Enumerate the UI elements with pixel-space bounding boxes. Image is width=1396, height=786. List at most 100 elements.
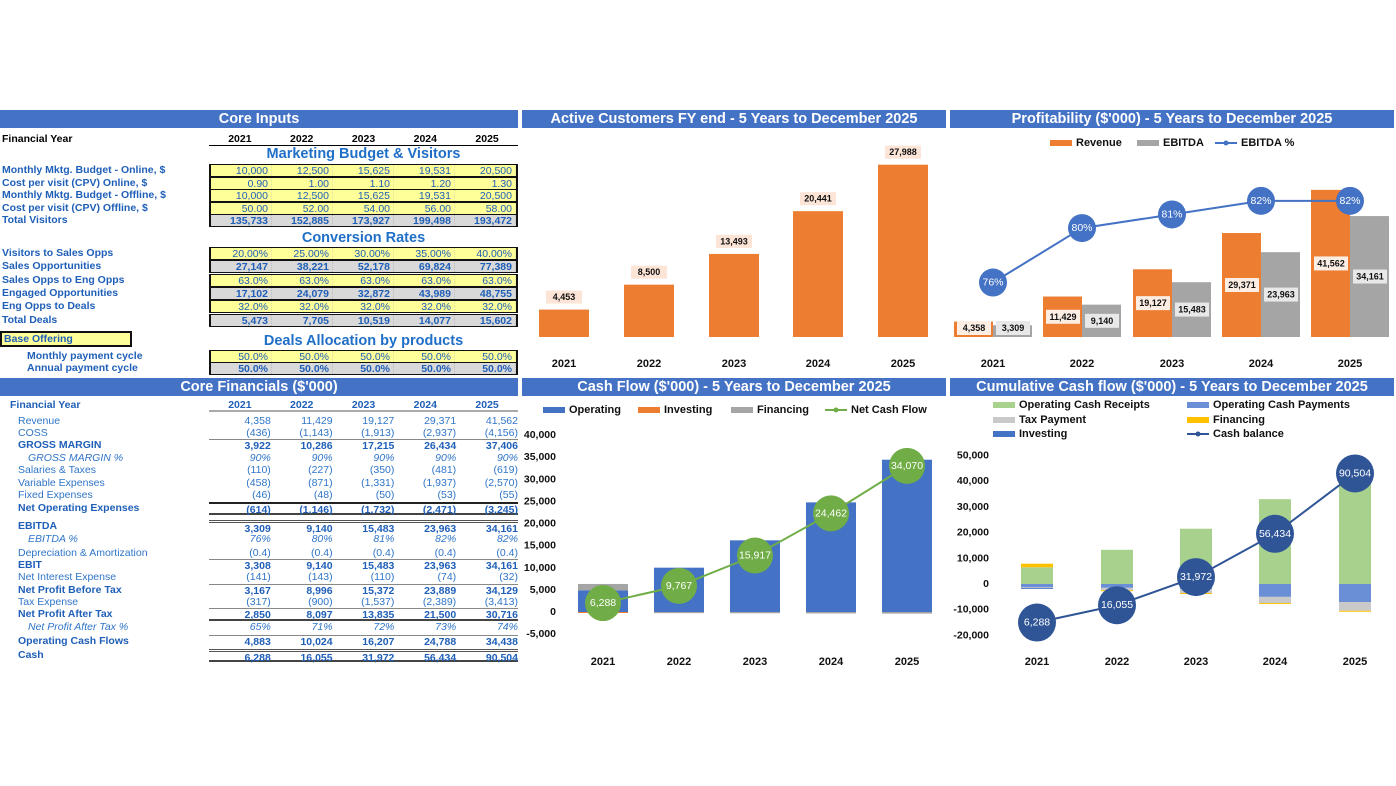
operating-cash-receipts-bar: [1021, 567, 1053, 584]
legend-op-receipts-swatch-icon: [993, 402, 1015, 408]
customers-data-label: 27,988: [889, 147, 917, 157]
customers-data-label: 20,441: [804, 194, 832, 204]
y-tick-label: 40,000: [957, 475, 989, 487]
customers-bar: [878, 164, 928, 337]
legend-financing-label: Financing: [757, 404, 809, 416]
financing-bar: [654, 612, 704, 614]
x-tick-label: 2023: [722, 358, 746, 370]
legend-op-receipts-label: Operating Cash Receipts: [1019, 399, 1150, 411]
x-tick-label: 2021: [1025, 656, 1049, 668]
x-tick-label: 2024: [819, 656, 844, 668]
legend-ebitda-pct-label: EBITDA %: [1241, 137, 1295, 149]
y-tick-label: 35,000: [524, 451, 556, 463]
line-data-label: 6,288: [590, 597, 616, 609]
line-data-label: 9,767: [666, 580, 692, 592]
tax-payment-bar: [1259, 596, 1291, 604]
financing-bar: [1259, 603, 1291, 605]
y-tick-label: 10,000: [524, 562, 556, 574]
legend-revenue-swatch-icon: [1050, 140, 1072, 146]
operating-cash-payments-bar: [1259, 584, 1291, 597]
line-data-label: 24,462: [815, 507, 847, 519]
customers-bar: [709, 253, 759, 337]
operating-cash-payments-bar: [1021, 584, 1053, 588]
customers-chart: 4,453 2021 8,500 2022 13,493 2023 20,441 2024 27…: [539, 145, 928, 370]
financing-bar: [1339, 610, 1371, 612]
ebitda-pct-label: 81%: [1161, 208, 1182, 220]
x-tick-label: 2025: [895, 656, 919, 668]
x-tick-label: 2025: [891, 358, 915, 370]
x-tick-label: 2025: [1338, 358, 1362, 370]
bar-data-label: 19,127: [1139, 298, 1167, 308]
y-tick-label: 50,000: [957, 449, 989, 461]
bar-data-label: 11,429: [1049, 312, 1076, 322]
line-data-label: 31,972: [1180, 571, 1212, 583]
profitability-chart: Revenue EBITDA EBITDA % 4,358 11,429 19,127 29…: [954, 137, 1389, 370]
line-data-label: 16,055: [1101, 599, 1133, 611]
y-tick-label: 20,000: [957, 527, 989, 539]
financing-bar: [730, 612, 780, 614]
legend-operating-swatch-icon: [543, 407, 565, 413]
y-tick-label: 30,000: [524, 473, 556, 485]
y-tick-label: 25,000: [524, 495, 556, 507]
y-tick-label: 0: [983, 578, 989, 590]
y-tick-label: 10,000: [957, 552, 989, 564]
customers-data-label: 4,453: [553, 292, 576, 302]
x-tick-label: 2021: [591, 656, 615, 668]
line-data-label: 15,917: [739, 550, 771, 562]
x-tick-label: 2022: [667, 656, 691, 668]
y-tick-label: -20,000: [953, 629, 989, 641]
y-tick-label: -10,000: [953, 604, 989, 616]
legend-ebitda-label: EBITDA: [1163, 137, 1204, 149]
bar-data-label: 23,963: [1267, 290, 1295, 300]
tax-payment-bar: [1339, 602, 1371, 611]
x-tick-label: 2024: [806, 358, 831, 370]
financing-bar: [1021, 563, 1053, 568]
bar-data-label: 3,309: [1002, 323, 1025, 333]
x-tick-label: 2023: [1160, 358, 1184, 370]
y-tick-label: 40,000: [524, 429, 556, 441]
legend-financing-label: Financing: [1213, 414, 1265, 426]
financing-bar: [882, 612, 932, 614]
legend-financing-swatch-icon: [1187, 417, 1209, 423]
line-data-label: 6,288: [1024, 617, 1050, 629]
legend-tax-swatch-icon: [993, 417, 1015, 423]
customers-bar: [624, 284, 674, 337]
ebitda-pct-label: 76%: [982, 277, 1003, 289]
legend-investing-label: Investing: [1019, 428, 1067, 440]
legend-cash-balance-marker-icon: [1195, 431, 1201, 437]
legend-op-payments-swatch-icon: [1187, 402, 1209, 408]
cumulative-chart: 50,000 40,000 30,000 20,000 10,000 0 -10,000 -2…: [953, 399, 1374, 668]
customers-data-label: 13,493: [720, 236, 748, 246]
legend-investing-label: Investing: [664, 404, 712, 416]
x-tick-label: 2022: [1070, 358, 1094, 370]
investing-bar: [1021, 587, 1053, 589]
x-tick-label: 2022: [637, 358, 661, 370]
x-tick-label: 2024: [1249, 358, 1274, 370]
customers-data-label: 8,500: [638, 267, 661, 277]
y-tick-label: 15,000: [524, 540, 556, 552]
bar-data-label: 34,161: [1356, 272, 1384, 282]
x-tick-label: 2025: [1343, 656, 1367, 668]
y-tick-label: 20,000: [524, 518, 556, 530]
legend-investing-swatch-icon: [993, 431, 1015, 437]
bar-data-label: 9,140: [1091, 316, 1114, 326]
cashflow-chart: 40,000 35,000 30,000 25,000 20,000 15,000 10,0…: [524, 404, 932, 668]
legend-net-cash-flow-label: Net Cash Flow: [851, 404, 927, 416]
line-data-label: 90,504: [1339, 467, 1371, 479]
bar-data-label: 41,562: [1317, 258, 1345, 268]
y-tick-label: 5,000: [530, 584, 556, 596]
y-tick-label: 0: [550, 606, 556, 618]
legend-revenue-label: Revenue: [1076, 137, 1122, 149]
legend-operating-label: Operating: [569, 404, 621, 416]
operating-cash-receipts-bar: [1339, 479, 1371, 584]
operating-cash-receipts-bar: [1101, 549, 1133, 584]
x-tick-label: 2021: [981, 358, 1005, 370]
legend-cash-balance-label: Cash balance: [1213, 428, 1284, 440]
line-data-label: 34,070: [891, 460, 923, 472]
legend-investing-swatch-icon: [638, 407, 660, 413]
ebitda-pct-label: 82%: [1339, 195, 1360, 207]
line-data-label: 56,434: [1259, 528, 1291, 540]
charts-canvas: 4,453 2021 8,500 2022 13,493 2023 20,441 2024 27…: [524, 137, 1389, 668]
bar-data-label: 29,371: [1228, 280, 1256, 290]
ebitda-pct-label: 80%: [1071, 222, 1092, 234]
